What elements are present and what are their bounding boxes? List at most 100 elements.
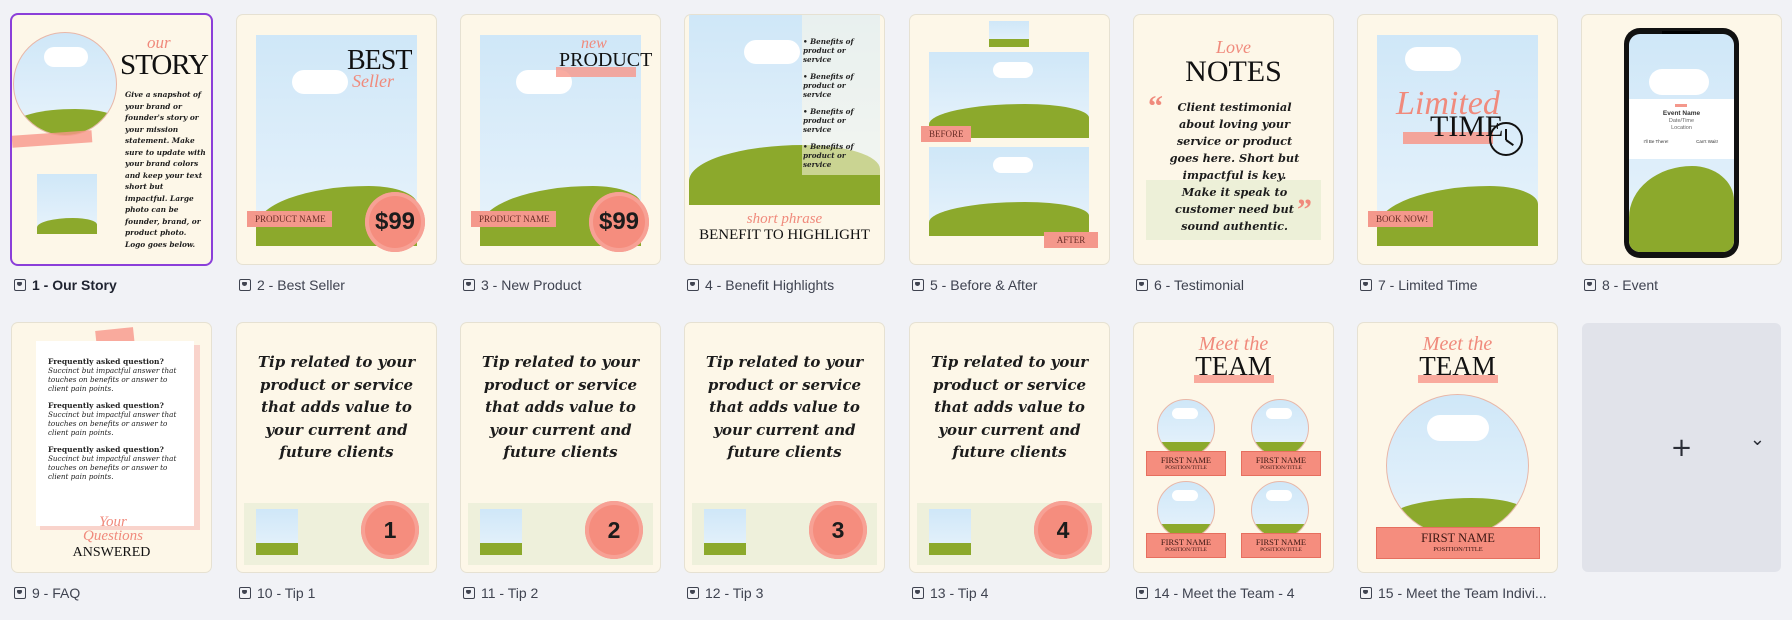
page-caption: 3 - New Product xyxy=(463,276,581,294)
quote-close-icon: ” xyxy=(1297,193,1312,226)
page-icon xyxy=(1136,587,1148,599)
testimonial-title: NOTES xyxy=(1185,55,1282,88)
tip-text: Tip related to your product or service t… xyxy=(930,353,1089,461)
page-icon xyxy=(1136,279,1148,291)
page-caption: 7 - Limited Time xyxy=(1360,276,1478,294)
newproduct-title: PRODUCT xyxy=(559,49,653,71)
page-thumbnail-our-story[interactable]: our STORY Give a snapshot of your brand … xyxy=(12,15,211,264)
page-caption: 4 - Benefit Highlights xyxy=(687,276,834,294)
price-badge: $99 xyxy=(589,192,649,252)
page-thumbnail-event[interactable]: Event Name Date/Time Location I'll Be Th… xyxy=(1582,15,1781,264)
benefit-title: BENEFIT TO HIGHLIGHT xyxy=(699,227,870,243)
event-yes-button: I'll Be There! xyxy=(1643,139,1669,144)
tip-number-badge: 4 xyxy=(1034,501,1092,559)
team-member-namebox: FIRST NAME POSITION/TITLE xyxy=(1146,451,1226,476)
faq-answer: Succinct but impactful answer that touch… xyxy=(48,454,177,481)
page-icon xyxy=(463,279,475,291)
quote-open-icon: “ xyxy=(1148,90,1163,123)
team-title: TEAM xyxy=(1195,351,1272,381)
page-caption: 11 - Tip 2 xyxy=(463,584,538,602)
faq-title: ANSWERED xyxy=(72,545,151,560)
team-member-photo xyxy=(1157,399,1215,457)
event-name: Event Name xyxy=(1662,110,1701,117)
page-icon xyxy=(1360,279,1372,291)
benefit-script: short phrase xyxy=(746,211,823,227)
story-body-text: Give a snapshot of your brand or founder… xyxy=(125,90,206,249)
page-icon xyxy=(14,587,26,599)
benefit-bullet: • Benefits of product or service xyxy=(803,142,854,169)
team-member-photo xyxy=(1251,399,1309,457)
page-icon xyxy=(912,587,924,599)
page-icon xyxy=(1584,279,1596,291)
add-page-plus-icon[interactable]: + xyxy=(1671,433,1693,463)
page-caption: 1 - Our Story xyxy=(14,276,117,294)
page-caption: 8 - Event xyxy=(1584,276,1658,294)
add-page-tile[interactable]: + ⌄ xyxy=(1582,323,1781,572)
after-tag: AFTER xyxy=(1044,232,1098,248)
page-caption: 2 - Best Seller xyxy=(239,276,345,294)
team-member-photo xyxy=(1386,394,1529,537)
page-caption: 10 - Tip 1 xyxy=(239,584,315,602)
benefit-bullet: • Benefits of product or service xyxy=(803,37,854,64)
team-member-photo xyxy=(1157,481,1215,539)
page-thumbnail-testimonial[interactable]: Love NOTES “ Client testimonial about lo… xyxy=(1134,15,1333,264)
testimonial-body: Client testimonial about loving your ser… xyxy=(1169,100,1300,233)
chevron-down-icon[interactable]: ⌄ xyxy=(1750,429,1765,450)
benefit-bullet: • Benefits of product or service xyxy=(803,72,854,99)
tip-text: Tip related to your product or service t… xyxy=(705,353,864,461)
page-icon xyxy=(239,587,251,599)
page-caption: 12 - Tip 3 xyxy=(687,584,763,602)
event-dot xyxy=(1675,104,1687,107)
faq-card: Frequently asked question? Succinct but i… xyxy=(36,341,194,526)
page-icon xyxy=(687,587,699,599)
story-small-photo xyxy=(37,174,97,234)
page-thumbnail-before-after[interactable]: BEFORE AFTER xyxy=(910,15,1109,264)
page-caption: 14 - Meet the Team - 4 xyxy=(1136,584,1295,602)
team-member-namebox: FIRST NAME POSITION/TITLE xyxy=(1146,533,1226,558)
team-member-photo xyxy=(1251,481,1309,539)
page-thumbnail-meet-team-4[interactable]: Meet the TEAM FIRST NAME POSITION/TITLE F… xyxy=(1134,323,1333,572)
page-caption: 13 - Tip 4 xyxy=(912,584,988,602)
product-name-tag: PRODUCT NAME xyxy=(471,211,556,227)
page-icon xyxy=(912,279,924,291)
benefit-bullet: • Benefits of product or service xyxy=(803,107,854,134)
page-thumbnail-best-seller[interactable]: BEST Seller PRODUCT NAME $99 xyxy=(237,15,436,264)
phone-frame: Event Name Date/Time Location I'll Be Th… xyxy=(1624,28,1739,258)
page-caption: 6 - Testimonial xyxy=(1136,276,1244,294)
book-now-tag: BOOK NOW! xyxy=(1368,211,1433,227)
faq-question: Frequently asked question? xyxy=(48,445,164,454)
bestseller-script: Seller xyxy=(352,71,394,91)
page-thumbnail-faq[interactable]: Frequently asked question? Succinct but i… xyxy=(12,323,211,572)
page-icon xyxy=(239,279,251,291)
faq-question: Frequently asked question? xyxy=(48,401,164,410)
page-icon xyxy=(687,279,699,291)
page-thumbnail-limited-time[interactable]: Limited TIME BOOK NOW! xyxy=(1358,15,1557,264)
tip-photo xyxy=(704,509,746,555)
page-thumbnail-benefit-highlights[interactable]: • Benefits of product or service • Benef… xyxy=(685,15,884,264)
clock-icon xyxy=(1489,122,1523,156)
event-datetime: Date/Time xyxy=(1668,118,1695,124)
team-title: TEAM xyxy=(1419,351,1496,381)
tip-text: Tip related to your product or service t… xyxy=(257,353,416,461)
team-member-namebox: FIRST NAME POSITION/TITLE xyxy=(1376,527,1540,559)
page-thumbnail-tip-2[interactable]: Tip related to your product or service t… xyxy=(461,323,660,572)
page-thumbnail-tip-1[interactable]: Tip related to your product or service t… xyxy=(237,323,436,572)
page-caption: 15 - Meet the Team Indivi... xyxy=(1360,584,1547,602)
tip-text: Tip related to your product or service t… xyxy=(481,353,640,461)
page-thumbnail-meet-team-individual[interactable]: Meet the TEAM FIRST NAME POSITION/TITLE xyxy=(1358,323,1557,572)
top-small-photo xyxy=(989,21,1029,47)
price-badge: $99 xyxy=(365,192,425,252)
event-location: Location xyxy=(1671,125,1692,131)
faq-script: Your Questions xyxy=(83,514,143,544)
tip-number-badge: 3 xyxy=(809,501,867,559)
story-photo-circle xyxy=(13,32,117,136)
page-thumbnail-tip-4[interactable]: Tip related to your product or service t… xyxy=(910,323,1109,572)
page-caption: 5 - Before & After xyxy=(912,276,1037,294)
faq-answer: Succinct but impactful answer that touch… xyxy=(48,410,177,437)
tip-photo xyxy=(480,509,522,555)
tip-number-badge: 1 xyxy=(361,501,419,559)
page-icon xyxy=(1360,587,1372,599)
page-thumbnail-tip-3[interactable]: Tip related to your product or service t… xyxy=(685,323,884,572)
page-thumbnail-new-product[interactable]: new PRODUCT PRODUCT NAME $99 xyxy=(461,15,660,264)
faq-question: Frequently asked question? xyxy=(48,357,164,366)
